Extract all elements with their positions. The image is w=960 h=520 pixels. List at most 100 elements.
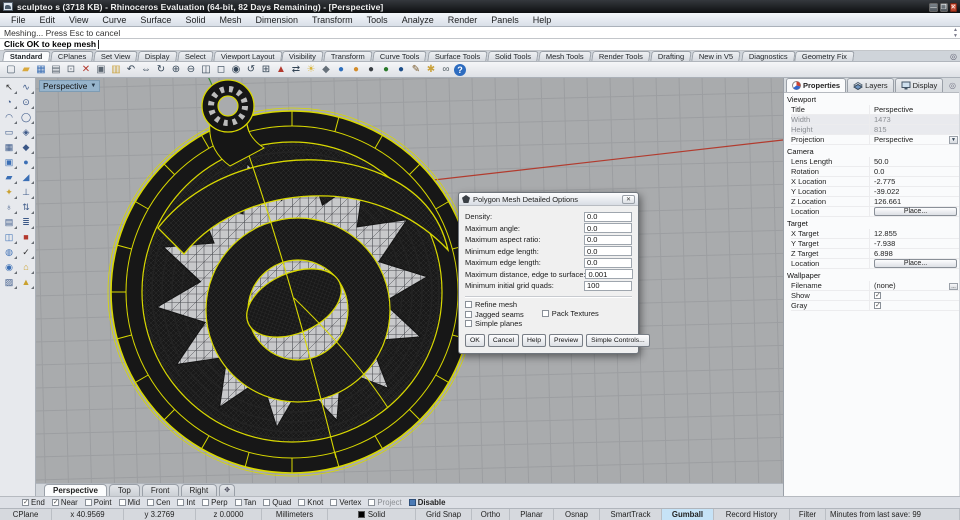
property-value[interactable]: Place... [869, 207, 959, 216]
paint-icon[interactable]: ◍ [1, 245, 18, 260]
menu-item-curve[interactable]: Curve [95, 13, 133, 26]
preview-button[interactable]: Preview [548, 334, 584, 347]
place-button[interactable]: Place... [874, 207, 957, 216]
rectangle-icon[interactable]: ▭ [1, 125, 18, 140]
toolbar-tab-drafting[interactable]: Drafting [650, 51, 693, 61]
mesh-icon[interactable]: ▨ [1, 275, 18, 290]
osnap-checkbox[interactable] [234, 499, 242, 506]
toolbar-tab-standard[interactable]: Standard [2, 51, 51, 61]
toolbar-tab-surface-tools[interactable]: Surface Tools [427, 51, 488, 61]
zoom-window-icon[interactable]: ◫ [199, 63, 213, 77]
status-planar[interactable]: Planar [510, 509, 554, 520]
undo-view-icon[interactable]: ↺ [244, 63, 258, 77]
viewport-canvas[interactable] [36, 78, 783, 483]
browse-button[interactable]: ... [949, 282, 958, 290]
status-filter[interactable]: Filter [790, 509, 826, 520]
osnap-project[interactable]: Project [368, 498, 402, 507]
lock-icon[interactable]: ◆ [319, 63, 333, 77]
property-value[interactable]: Perspective ▼ [869, 135, 959, 144]
osnap-checkbox[interactable] [330, 499, 338, 506]
render-icon[interactable]: ● [334, 63, 348, 77]
lamp-icon[interactable]: ☀ [304, 63, 318, 77]
status-millimeters[interactable]: Millimeters [262, 509, 328, 520]
save-icon[interactable]: ▦ [34, 63, 48, 77]
surface-icon[interactable]: ▦ [1, 140, 18, 155]
toolbar-tab-new-in-v5[interactable]: New in V5 [691, 51, 742, 61]
osnap-checkbox[interactable] [263, 499, 271, 506]
move-icon[interactable]: ⇄ [289, 63, 303, 77]
status-osnap[interactable]: Osnap [554, 509, 600, 520]
viewport-tab-front[interactable]: Front [141, 484, 179, 496]
dialog-field-input-minimum-initial-grid-quads[interactable] [584, 280, 632, 291]
status-ortho[interactable]: Ortho [472, 509, 510, 520]
toolbar-tab-set-view[interactable]: Set View [93, 51, 139, 61]
text-icon[interactable]: ▤ [1, 215, 18, 230]
ok-button[interactable]: OK [465, 334, 485, 347]
dialog-field-input-maximum-edge-length[interactable] [584, 257, 632, 268]
osnap-checkbox[interactable] [298, 499, 306, 506]
toolbar-tab-visibility[interactable]: Visibility [281, 51, 325, 61]
sphere-icon[interactable]: ● [18, 155, 35, 170]
cancel-button[interactable]: Cancel [487, 334, 519, 347]
property-value[interactable]: 0.0 [869, 167, 959, 176]
property-value[interactable]: -39.022 [869, 187, 959, 196]
menu-item-analyze[interactable]: Analyze [395, 13, 441, 26]
panel-tab-layers[interactable]: Layers [847, 78, 894, 92]
menu-item-help[interactable]: Help [526, 13, 559, 26]
panel-tab-properties[interactable]: Properties [786, 78, 847, 92]
dialog-field-input-density[interactable] [584, 211, 632, 222]
menu-item-transform[interactable]: Transform [305, 13, 360, 26]
zoom-out-icon[interactable]: ⊖ [184, 63, 198, 77]
osnap-checkbox[interactable] [408, 499, 416, 506]
viewport-tab-perspective[interactable]: Perspective [44, 484, 107, 496]
open-file-icon[interactable]: ▰ [19, 63, 33, 77]
checkbox-box[interactable] [465, 320, 472, 328]
status-smarttrack[interactable]: SmartTrack [600, 509, 662, 520]
dialog-field-input-maximum-distance-edge-to-surface[interactable] [585, 269, 634, 280]
status-minutes-from-last-save-99[interactable]: Minutes from last save: 99 [826, 509, 960, 520]
checkbox-simple-planes[interactable]: Simple planes [465, 319, 524, 328]
status-y-3-2769[interactable]: y 3.2769 [124, 509, 196, 520]
property-value[interactable]: (none)... [869, 281, 959, 290]
menu-item-render[interactable]: Render [441, 13, 485, 26]
dialog-field-input-minimum-edge-length[interactable] [584, 246, 632, 257]
checkbox-refine-mesh[interactable]: Refine mesh [465, 300, 524, 309]
osnap-checkbox[interactable] [51, 499, 59, 506]
scale-icon[interactable]: ⇅ [18, 200, 35, 215]
checkbox-pack-textures[interactable]: Pack Textures [541, 309, 599, 318]
status-cplane[interactable]: CPlane [0, 509, 52, 520]
status-solid[interactable]: Solid [328, 509, 416, 520]
property-value[interactable]: -7.938 [869, 239, 959, 248]
pan-icon[interactable]: ⇔ [139, 63, 153, 77]
loft-icon[interactable]: ◆ [18, 140, 35, 155]
new-viewport-tab-button[interactable]: ✥ [219, 484, 236, 496]
minimize-button[interactable]: — [929, 3, 938, 12]
grid-icon[interactable]: ⊞ [259, 63, 273, 77]
toolbar-tab-cplanes[interactable]: CPlanes [49, 51, 94, 61]
status-z-0-0000[interactable]: z 0.0000 [196, 509, 262, 520]
options-icon[interactable]: ✱ [424, 63, 438, 77]
boolean-icon[interactable]: ✦ [1, 185, 18, 200]
dialog-field-input-maximum-angle[interactable] [584, 223, 632, 234]
ellipse-icon[interactable]: ◯ [18, 110, 35, 125]
rotate-view-icon[interactable]: ↻ [154, 63, 168, 77]
toolbar-tab-solid-tools[interactable]: Solid Tools [487, 51, 539, 61]
curve-tools-icon[interactable]: ♁ [1, 200, 18, 215]
toolbar-tab-diagnostics[interactable]: Diagnostics [740, 51, 796, 61]
toolbar-tab-curve-tools[interactable]: Curve Tools [372, 51, 428, 61]
close-button[interactable]: ✕ [949, 3, 957, 12]
point-icon[interactable]: ◔ [1, 95, 18, 110]
block-icon[interactable]: ≣ [18, 215, 35, 230]
zoom-selected-icon[interactable]: ◉ [229, 63, 243, 77]
render-mesh-icon[interactable]: ▲ [18, 275, 35, 290]
command-scrollbar[interactable]: ▲ ▼ [953, 27, 958, 39]
osnap-checkbox[interactable] [118, 499, 126, 506]
toolbar-tab-render-tools[interactable]: Render Tools [591, 51, 651, 61]
rendered-mode-icon[interactable]: ● [394, 63, 408, 77]
osnap-near[interactable]: Near [51, 498, 78, 507]
menu-item-file[interactable]: File [4, 13, 33, 26]
shaded-mode-icon[interactable]: ● [364, 63, 378, 77]
menu-item-solid[interactable]: Solid [178, 13, 212, 26]
paste-icon[interactable]: ▥ [109, 63, 123, 77]
perspective-viewport[interactable]: Perspective ▼ Polygon Mesh Detailed Opti… [36, 78, 783, 483]
